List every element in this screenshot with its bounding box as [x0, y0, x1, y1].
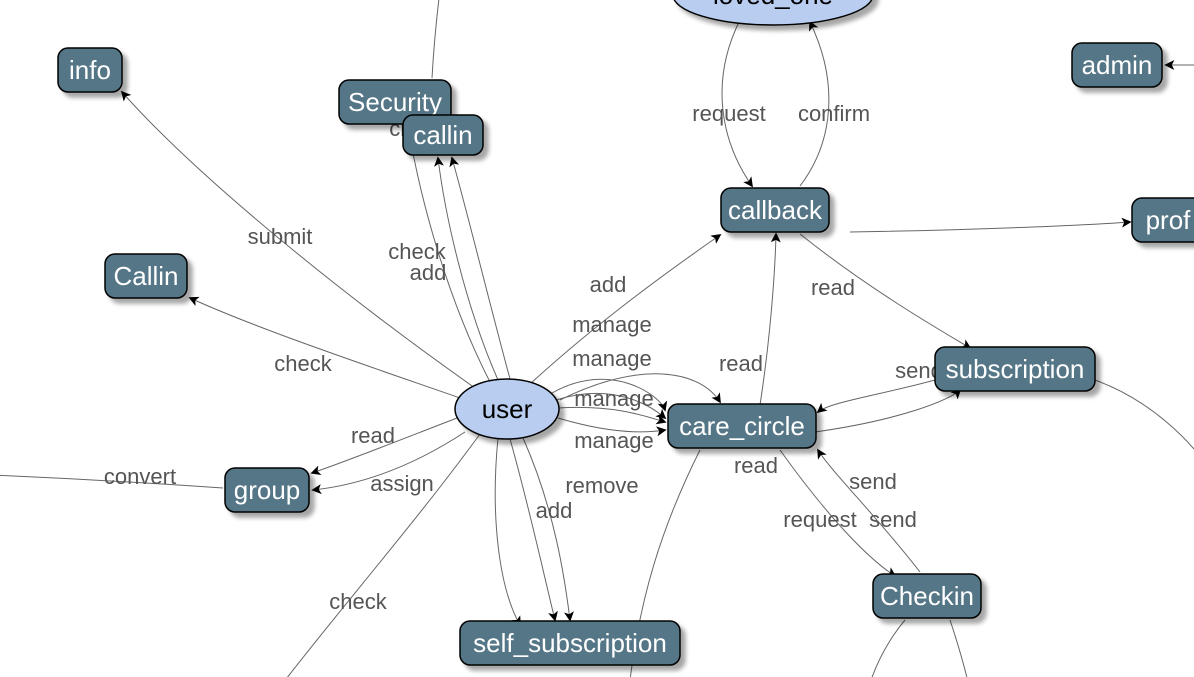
edge-user-callin2-add: [452, 158, 510, 379]
node-info-label: info: [69, 55, 111, 85]
edge-label-read-cc: read: [719, 351, 763, 376]
edge-label-check-callin: check: [274, 351, 332, 376]
edge-sub-send: [818, 380, 935, 412]
edge-label-remove: remove: [565, 473, 638, 498]
node-profile-label: prof: [1146, 205, 1192, 235]
edge-label-read-cb: read: [811, 275, 855, 300]
edge-label-send-cc: send: [849, 469, 897, 494]
node-group[interactable]: group: [225, 468, 309, 512]
edge-label-request-cc: request: [783, 507, 856, 532]
node-loved-one-label: loved_one: [713, 0, 833, 10]
node-admin-label: admin: [1082, 50, 1153, 80]
edge-user-ss-add: [510, 439, 555, 620]
node-info[interactable]: info: [58, 48, 122, 92]
edge-label-add-ss: add: [536, 498, 573, 523]
graph-canvas: submit check check check add add read as…: [0, 0, 1194, 677]
edge-label-m2: manage: [572, 346, 652, 371]
node-checkin[interactable]: Checkin: [873, 574, 981, 618]
edge-stray-top: [432, 0, 440, 78]
edge-user-callin2-check: [438, 158, 498, 380]
edge-label-add-callin2: add: [410, 260, 447, 285]
edge-cc-send: [815, 390, 960, 432]
edge-cc-callback: [760, 234, 776, 405]
edge-sub-offscreen: [1095, 380, 1194, 470]
node-group-label: group: [234, 475, 301, 505]
node-self-subscription[interactable]: self_subscription: [460, 621, 680, 665]
edge-label-convert: convert: [104, 464, 176, 489]
node-profile[interactable]: prof: [1132, 198, 1194, 242]
node-care-circle-label: care_circle: [679, 411, 805, 441]
edge-label-read-cc2: read: [734, 453, 778, 478]
edge-checkin-off2: [950, 620, 972, 677]
edge-user-ss-remove: [523, 438, 570, 620]
node-checkin-label: Checkin: [880, 581, 974, 611]
edge-label-request-lo: request: [692, 101, 765, 126]
node-security-label: Security: [348, 87, 442, 117]
edge-checkin-off1: [865, 620, 905, 677]
edge-label-m1: manage: [572, 312, 652, 337]
edge-label-read-group: read: [351, 423, 395, 448]
node-subscription[interactable]: subscription: [935, 347, 1095, 391]
node-callback-label: callback: [728, 195, 823, 225]
edge-label-m3: manage: [574, 386, 654, 411]
edge-label-add-callback: add: [590, 272, 627, 297]
node-callin-label: Callin: [113, 261, 178, 291]
edge-label-check-bl: check: [329, 589, 387, 614]
node-care-circle[interactable]: care_circle: [668, 404, 816, 448]
node-callin[interactable]: Callin: [105, 254, 187, 298]
edge-label-m4: manage: [574, 428, 654, 453]
node-user[interactable]: user: [455, 379, 559, 439]
node-user-label: user: [482, 394, 533, 424]
node-admin[interactable]: admin: [1072, 43, 1162, 87]
node-callin2-label: callin: [413, 120, 472, 150]
node-subscription-label: subscription: [946, 354, 1085, 384]
edge-profile-in: [850, 222, 1130, 232]
node-callback[interactable]: callback: [721, 188, 829, 232]
edge-label-submit: submit: [248, 224, 313, 249]
edge-label-assign-group: assign: [370, 471, 434, 496]
edge-label-confirm: confirm: [798, 101, 870, 126]
edge-user-ss-create: [495, 438, 520, 625]
node-self-subscription-label: self_subscription: [473, 628, 667, 658]
node-loved-one[interactable]: loved_one: [673, 0, 873, 25]
node-callin2[interactable]: callin: [403, 115, 483, 155]
